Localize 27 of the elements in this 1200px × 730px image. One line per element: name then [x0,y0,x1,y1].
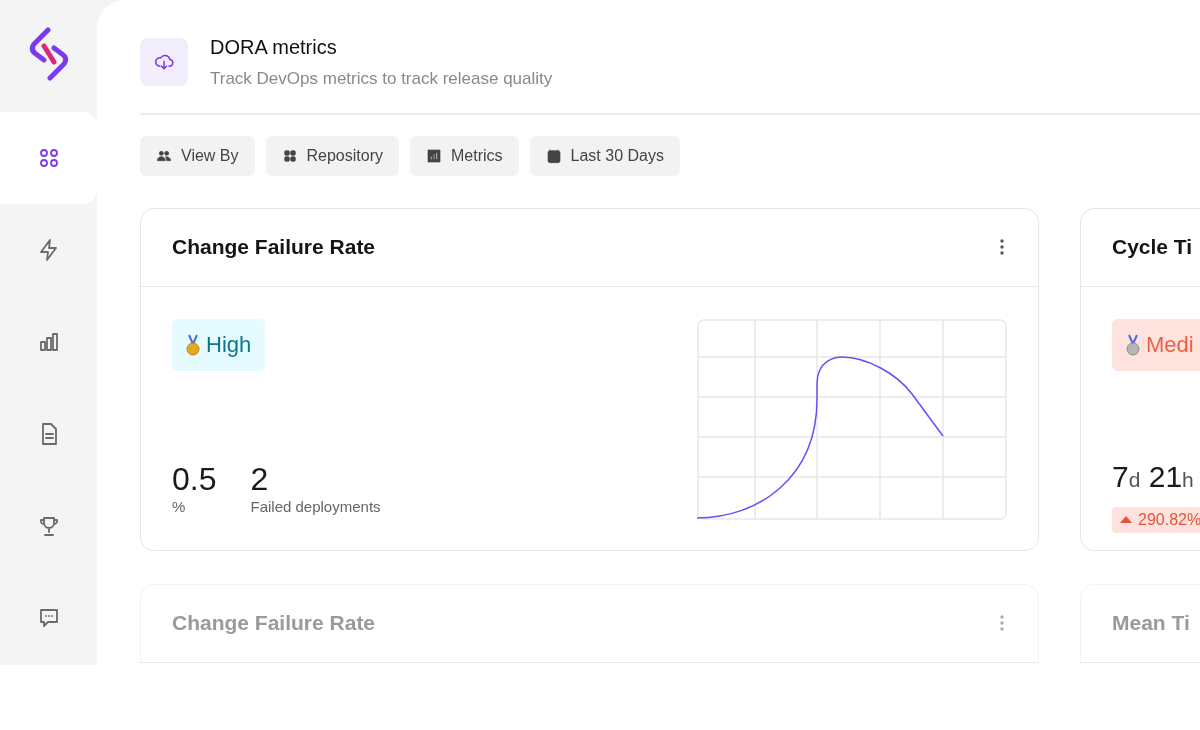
filter-button[interactable]: Last 30 Days [529,135,680,176]
stat-value: 0.5 [172,462,217,496]
card-title: Change Failure Rate [172,234,376,261]
stat-value: 2 [250,462,270,496]
more-options-icon[interactable] [1000,239,1004,255]
page-subtitle: Track DevOps metrics to track release quality [210,68,553,90]
download-cloud-icon [140,37,188,86]
card-title: Change Failure Rate [172,610,376,637]
duration-value: 7d 21h [1112,458,1195,495]
stat-caption: Failed deployments [250,497,381,517]
stat-caption: % [172,497,187,517]
rating-badge: Medi [1112,318,1200,371]
page-title: DORA metrics [210,35,338,60]
filter-button[interactable]: Repository [265,135,399,176]
filter-button[interactable]: View By [140,135,255,176]
calendar-icon [545,147,562,164]
card-title: Mean Ti [1112,610,1190,637]
rating-badge: High [172,318,266,371]
medal-icon [1126,333,1140,356]
change-badge: 290.82% [1112,506,1200,533]
bar-chart-icon [426,147,442,164]
logo-icon [27,26,70,82]
up-triangle-icon [1120,516,1132,523]
filter-button[interactable]: Metrics [410,135,519,176]
four-squares-icon [281,147,298,164]
medal-icon [186,333,200,356]
card-title: Cycle Ti [1112,234,1193,261]
